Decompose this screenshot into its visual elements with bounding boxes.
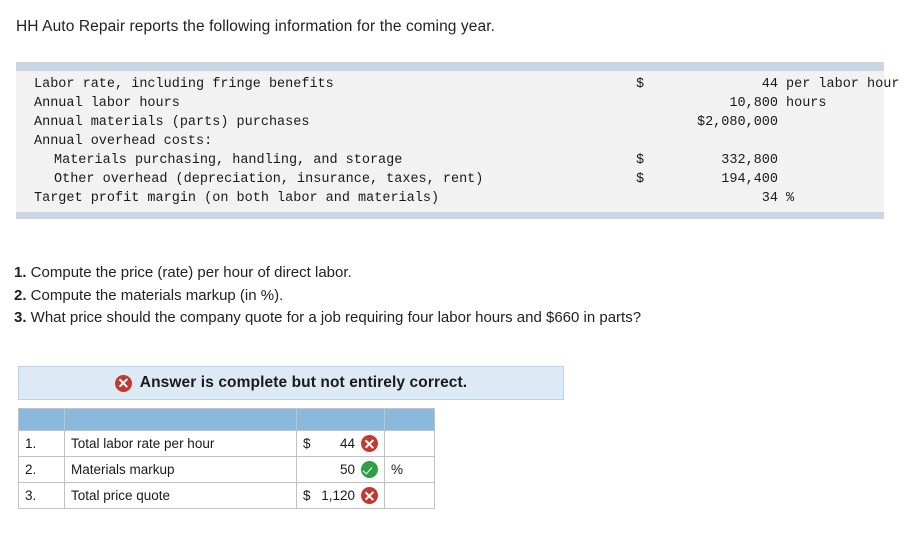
row-unit — [384, 482, 435, 509]
table-body: Labor rate, including fringe benefits $ … — [16, 71, 899, 212]
question-number: 2. — [14, 286, 27, 304]
header-cell-unit — [384, 408, 435, 431]
table-row: Target profit margin (on both labor and … — [16, 189, 884, 208]
header-cell-number — [18, 408, 65, 431]
row-label: Annual labor hours — [34, 96, 180, 111]
row-unit: % — [384, 456, 435, 483]
row-label: Other overhead (depreciation, insurance,… — [54, 172, 484, 187]
row-unit: hours — [786, 96, 827, 111]
question-text: What price should the company quote for … — [26, 309, 642, 326]
answer-value: 50 — [339, 462, 355, 477]
table-row: Materials purchasing, handling, and stor… — [16, 151, 884, 170]
row-label: Labor rate, including fringe benefits — [34, 77, 334, 92]
banner-text: Answer is complete but not entirely corr… — [139, 374, 468, 391]
currency-symbol: $ — [303, 488, 311, 503]
row-label: Annual materials (parts) purchases — [34, 115, 310, 130]
correct-check-icon — [361, 461, 378, 478]
row-value: 332,800 — [721, 153, 778, 168]
row-currency: $ — [636, 172, 645, 187]
error-circle-x-icon — [114, 374, 132, 392]
row-value: 44 — [761, 77, 778, 92]
row-number: 2. — [18, 456, 65, 483]
intro-text: HH Auto Repair reports the following inf… — [16, 18, 496, 35]
question-item: 2. Compute the materials markup (in %). — [14, 285, 641, 307]
table-row: 3. Total price quote $ 1,120 — [18, 482, 435, 509]
questions-list: 1. Compute the price (rate) per hour of … — [14, 262, 641, 330]
answer-input-cell[interactable]: $ 44 — [296, 430, 385, 457]
row-label: Total labor rate per hour — [64, 430, 297, 457]
row-value: 194,400 — [721, 172, 778, 187]
table-row: Annual labor hours 10,800 hours — [16, 94, 884, 113]
given-information-table: Labor rate, including fringe benefits $ … — [16, 62, 899, 219]
exercise-page: HH Auto Repair reports the following inf… — [0, 0, 916, 533]
row-value: 10,800 — [729, 96, 778, 111]
question-item: 1. Compute the price (rate) per hour of … — [14, 262, 641, 284]
question-number: 3. — [14, 309, 27, 326]
table-top-bar — [16, 62, 884, 71]
table-row: 2. Materials markup 50 % — [18, 456, 435, 483]
row-label: Materials purchasing, handling, and stor… — [54, 153, 403, 168]
answer-input-cell[interactable]: $ 1,120 — [296, 482, 385, 509]
table-bottom-bar — [16, 212, 884, 219]
row-currency: $ — [636, 153, 645, 168]
table-row: Labor rate, including fringe benefits $ … — [16, 75, 899, 94]
row-value: 34 — [761, 191, 778, 206]
question-text: Compute the materials markup (in %). — [26, 286, 284, 304]
row-unit: % — [786, 191, 795, 206]
incorrect-x-icon — [361, 487, 378, 504]
question-text: Compute the price (rate) per hour of dir… — [26, 264, 352, 281]
row-unit — [384, 430, 435, 457]
answer-table: 1. Total labor rate per hour $ 44 2. Mat… — [18, 408, 435, 509]
table-row: 1. Total labor rate per hour $ 44 — [18, 430, 435, 457]
answer-input-cell[interactable]: 50 — [296, 456, 385, 483]
table-row: Annual overhead costs: — [16, 132, 884, 151]
header-cell-label — [64, 408, 297, 431]
currency-symbol: $ — [303, 436, 311, 451]
row-unit: per labor hour — [786, 77, 900, 92]
table-row: Annual materials (parts) purchases $2,08… — [16, 113, 884, 132]
row-currency: $ — [636, 77, 645, 92]
answer-table-header-row — [18, 408, 435, 431]
header-cell-value — [296, 408, 385, 431]
incorrect-x-icon — [361, 435, 378, 452]
row-number: 1. — [18, 430, 65, 457]
row-label: Total price quote — [64, 482, 297, 509]
answer-status-banner: Answer is complete but not entirely corr… — [18, 366, 564, 400]
row-number: 3. — [18, 482, 65, 509]
answer-value: 44 — [339, 436, 355, 451]
answer-value: 1,120 — [321, 488, 355, 503]
row-label: Target profit margin (on both labor and … — [34, 191, 440, 206]
row-label: Materials markup — [64, 456, 297, 483]
table-row: Other overhead (depreciation, insurance,… — [16, 170, 884, 189]
row-label: Annual overhead costs: — [34, 134, 213, 149]
question-item: 3. What price should the company quote f… — [14, 307, 641, 329]
row-value: $2,080,000 — [696, 115, 778, 130]
question-number: 1. — [14, 264, 27, 281]
